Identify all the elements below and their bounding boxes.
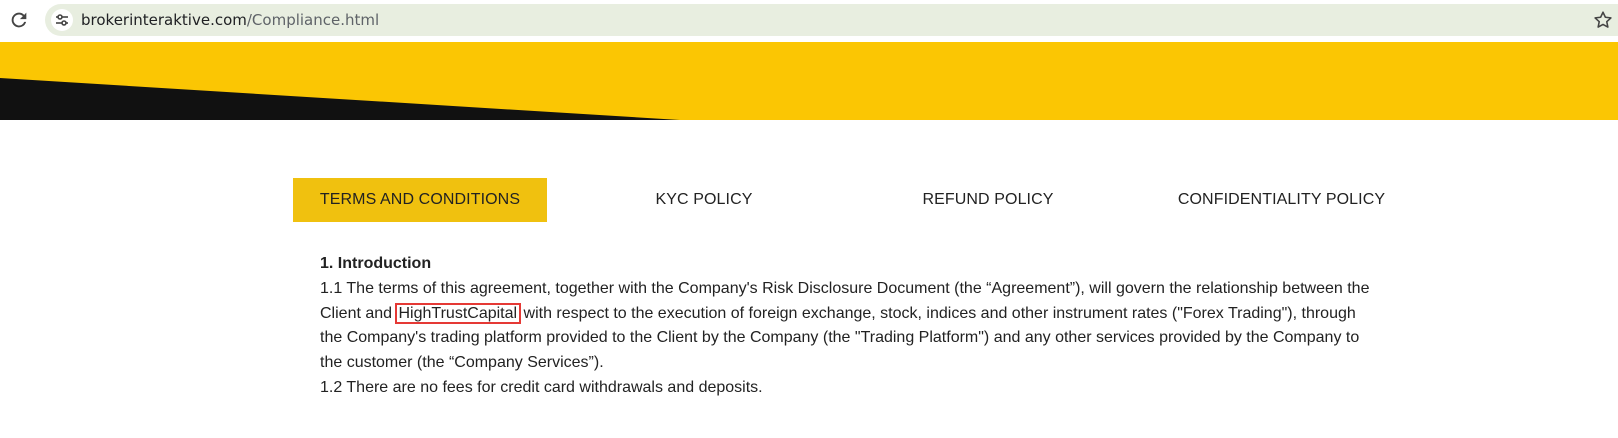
banner-graphic: [0, 42, 1618, 120]
policy-tabs: TERMS AND CONDITIONS KYC POLICY REFUND P…: [293, 178, 1418, 222]
browser-toolbar: brokerinteraktive.com/Compliance.html: [0, 0, 1618, 42]
url-text[interactable]: brokerinteraktive.com/Compliance.html: [81, 11, 379, 29]
section-heading: 1. Introduction: [320, 255, 432, 272]
reload-icon[interactable]: [8, 9, 30, 31]
url-domain: brokerinteraktive.com: [81, 11, 247, 29]
paragraph-1-1: 1.1 The terms of this agreement, togethe…: [320, 277, 1380, 376]
terms-content: 1. Introduction 1.1 The terms of this ag…: [320, 252, 1380, 401]
tab-kyc-policy[interactable]: KYC POLICY: [577, 178, 831, 222]
tab-terms-and-conditions[interactable]: TERMS AND CONDITIONS: [293, 178, 547, 222]
tab-refund-policy[interactable]: REFUND POLICY: [861, 178, 1115, 222]
tab-confidentiality-policy[interactable]: CONFIDENTIALITY POLICY: [1145, 178, 1418, 222]
header-banner: [0, 42, 1618, 120]
highlighted-company-name: HighTrustCapital: [394, 302, 522, 324]
star-icon[interactable]: [1592, 9, 1614, 31]
paragraph-1-2: 1.2 There are no fees for credit card wi…: [320, 378, 763, 396]
address-bar[interactable]: brokerinteraktive.com/Compliance.html: [45, 4, 1618, 36]
tune-icon[interactable]: [51, 9, 73, 31]
url-path: /Compliance.html: [246, 11, 380, 29]
